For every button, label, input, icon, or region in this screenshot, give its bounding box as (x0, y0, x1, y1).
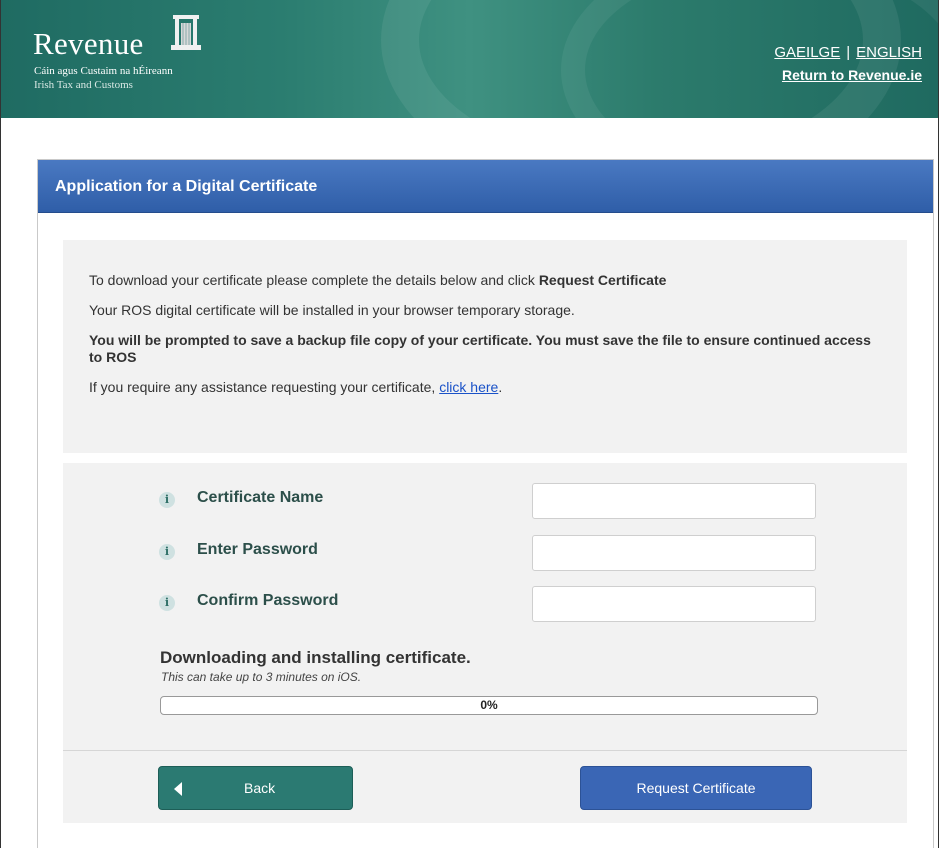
lang-irish-link[interactable]: GAEILGE (774, 44, 840, 61)
instructions-box: To download your certificate please comp… (63, 240, 907, 453)
field-row-confirm-password: i Confirm Password (159, 586, 819, 622)
instruction-line-2: Your ROS digital certificate will be ins… (89, 302, 575, 318)
logo-subtitle-english: Irish Tax and Customs (34, 79, 133, 91)
site-header: Revenue Cáin agus Custaim na hÉireann Ir… (1, 0, 938, 118)
info-icon[interactable]: i (159, 544, 175, 560)
form-divider (63, 750, 907, 751)
return-to-revenue-link[interactable]: Return to Revenue.ie (774, 67, 922, 83)
assistance-line: If you require any assistance requesting… (89, 379, 881, 396)
enter-password-input[interactable] (532, 535, 816, 571)
download-progress-bar: 0% (160, 696, 818, 715)
logo-text: Revenue (33, 26, 144, 61)
confirm-password-input[interactable] (532, 586, 816, 622)
back-button[interactable]: Back (158, 766, 353, 810)
assistance-suffix: . (498, 379, 503, 395)
backup-warning: You will be prompted to save a backup fi… (89, 332, 871, 365)
field-row-certificate-name: i Certificate Name (159, 483, 819, 519)
lang-english-link[interactable]: ENGLISH (856, 44, 922, 61)
language-links: GAEILGE | ENGLISH Return to Revenue.ie (774, 44, 922, 83)
assistance-link[interactable]: click here (439, 379, 498, 395)
info-icon[interactable]: i (159, 492, 175, 508)
certificate-form: i Certificate Name i Enter Password i Co… (63, 463, 907, 823)
assistance-text: If you require any assistance requesting… (89, 379, 440, 395)
certificate-name-input[interactable] (532, 483, 816, 519)
info-icon[interactable]: i (159, 595, 175, 611)
arrow-left-icon (174, 782, 182, 796)
back-button-label: Back (244, 780, 276, 796)
frame-border-left (0, 0, 1, 848)
progress-percent: 0% (480, 698, 498, 712)
logo-subtitle-irish: Cáin agus Custaim na hÉireann (34, 65, 173, 77)
panel-title: Application for a Digital Certificate (38, 160, 933, 213)
lang-separator: | (846, 44, 851, 61)
field-row-enter-password: i Enter Password (159, 535, 819, 571)
request-certificate-button[interactable]: Request Certificate (580, 766, 812, 810)
certificate-name-label: Certificate Name (197, 489, 324, 506)
confirm-password-label: Confirm Password (197, 592, 339, 609)
instruction-emphasis: Request Certificate (538, 272, 667, 288)
application-panel: Application for a Digital Certificate To… (37, 159, 934, 848)
enter-password-label: Enter Password (197, 541, 318, 558)
harp-logo-icon (171, 15, 201, 50)
instruction-text: To download your certificate please comp… (89, 272, 539, 288)
download-status-note: This can take up to 3 minutes on iOS. (161, 670, 362, 684)
instruction-line-1: To download your certificate please comp… (89, 272, 881, 289)
download-status-title: Downloading and installing certificate. (160, 648, 471, 667)
